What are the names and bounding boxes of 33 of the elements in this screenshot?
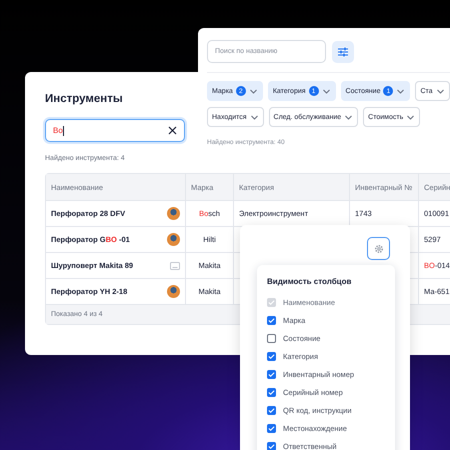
sliders-icon xyxy=(337,46,349,58)
checkmark-icon xyxy=(268,370,275,378)
checkbox[interactable] xyxy=(267,388,276,396)
chevron-down-icon xyxy=(322,87,331,95)
chevron-down-icon xyxy=(248,87,258,95)
checkbox[interactable] xyxy=(267,442,276,450)
settings-button[interactable] xyxy=(367,237,390,260)
search-field[interactable]: Bo xyxy=(45,119,185,142)
checkmark-icon xyxy=(268,406,275,414)
image-placeholder-icon xyxy=(170,262,180,270)
settings-icon xyxy=(374,244,384,254)
chevron-down-icon xyxy=(250,113,259,121)
checkbox[interactable] xyxy=(267,352,276,360)
checkbox[interactable] xyxy=(267,334,276,342)
chevron-down-icon xyxy=(436,87,445,95)
chevron-down-icon xyxy=(396,87,406,95)
chevron-down-icon xyxy=(344,113,354,121)
checkbox[interactable] xyxy=(267,424,276,432)
checkmark-icon xyxy=(268,388,275,396)
checkmark-icon xyxy=(268,352,275,360)
page-title: Инструменты xyxy=(45,93,124,107)
clear-icon xyxy=(168,126,177,135)
checkbox[interactable] xyxy=(267,370,276,378)
chevron-down-icon xyxy=(406,113,416,121)
checkbox[interactable] xyxy=(267,316,276,324)
photo-placeholder xyxy=(167,207,180,220)
checkmark-icon xyxy=(268,424,275,432)
filter-button[interactable] xyxy=(332,40,354,62)
checkmark-icon xyxy=(268,316,275,324)
photo-placeholder xyxy=(167,233,180,246)
panel-title: Видимость столбцов xyxy=(267,277,352,286)
checkbox[interactable] xyxy=(267,406,276,414)
photo-placeholder xyxy=(167,285,180,298)
